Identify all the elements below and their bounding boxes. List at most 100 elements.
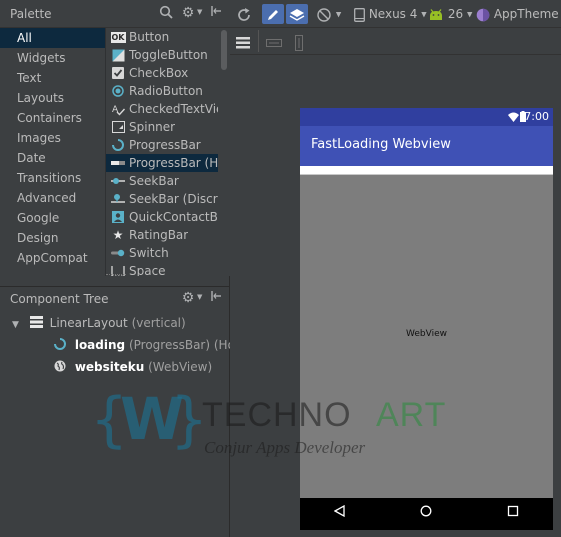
search-icon[interactable] — [158, 5, 174, 21]
status-bar: 7:00 — [300, 108, 553, 126]
palette-categories: All Widgets Text Layouts Containers Imag… — [0, 28, 106, 276]
expand-horizontal-icon[interactable] — [266, 32, 282, 52]
expand-vertical-icon[interactable] — [294, 32, 304, 52]
component-tree-title: Component Tree — [10, 292, 109, 306]
chevron-down-icon: ▼ — [466, 10, 473, 19]
ok-button-icon: OK — [110, 31, 126, 43]
api-level-selector[interactable]: 26 ▼ — [428, 4, 472, 24]
tree-node-detail: (ProgressBar) (Horizontal) — [128, 338, 230, 352]
star-icon: ★ — [112, 228, 124, 242]
widget-ratingbar[interactable]: ★ RatingBar — [106, 226, 218, 244]
category-images[interactable]: Images — [0, 128, 105, 148]
widget-seekbar[interactable]: SeekBar — [106, 172, 218, 190]
widget-checkedtextview[interactable]: A CheckedTextView — [106, 100, 219, 118]
quick-contact-badge-icon — [111, 210, 125, 224]
widget-button[interactable]: OK Button — [106, 28, 218, 46]
navigation-bar — [300, 498, 553, 530]
blueprint-mode-button[interactable] — [286, 4, 308, 24]
seekbar-icon — [111, 174, 125, 188]
chevron-down-icon[interactable]: ▼ — [197, 8, 202, 16]
linear-layout-icon — [29, 314, 46, 334]
palette-widget-list: OK Button ToggleButton CheckBox RadioBut… — [106, 28, 218, 276]
app-title: FastLoading Webview — [311, 137, 451, 152]
palette-resize-handle[interactable] — [106, 274, 126, 278]
status-time: 7:00 — [524, 110, 549, 123]
chevron-down-icon[interactable]: ▼ — [336, 11, 341, 19]
palette-header: Palette ⚙ ▼ — [0, 0, 230, 28]
widget-checkbox[interactable]: CheckBox — [106, 64, 218, 82]
progress-bar-icon — [54, 336, 71, 356]
layout-list-icon[interactable] — [236, 32, 250, 52]
widget-progressbar[interactable]: ProgressBar — [106, 136, 218, 154]
tree-node-id: loading — [74, 338, 126, 352]
category-advanced[interactable]: Advanced — [0, 188, 105, 208]
category-appcompat[interactable]: AppCompat — [0, 248, 105, 268]
hide-panel-icon[interactable] — [208, 5, 224, 21]
widget-seekbar-discrete[interactable]: SeekBar (Discrete) — [106, 190, 218, 208]
left-panel: Palette ⚙ ▼ All Widgets Text Layouts Con… — [0, 0, 230, 537]
progress-bar-icon — [111, 138, 125, 152]
category-text[interactable]: Text — [0, 68, 105, 88]
back-icon[interactable] — [330, 504, 350, 523]
tree-node-loading[interactable]: loading (ProgressBar) (Horizontal) — [54, 335, 230, 355]
widget-togglebutton[interactable]: ToggleButton — [106, 46, 218, 64]
hide-panel-icon[interactable] — [208, 290, 224, 306]
category-date[interactable]: Date — [0, 148, 105, 168]
recents-icon[interactable] — [503, 505, 523, 523]
phone-icon — [354, 7, 365, 22]
category-design[interactable]: Design — [0, 228, 105, 248]
switch-icon — [111, 246, 125, 260]
theme-name: AppTheme — [493, 7, 559, 21]
toggle-button-icon — [111, 48, 125, 62]
widget-progressbar-horizontal[interactable]: ProgressBar (Horizontal) — [106, 154, 218, 172]
secondary-toolbar — [230, 28, 561, 55]
android-icon — [430, 8, 442, 20]
category-all[interactable]: All — [0, 28, 105, 48]
orientation-icon[interactable]: ▼ — [316, 4, 341, 24]
widget-spinner[interactable]: Spinner — [106, 118, 218, 136]
widget-switch[interactable]: Switch — [106, 244, 218, 262]
category-google[interactable]: Google — [0, 208, 105, 228]
refresh-icon[interactable] — [234, 4, 254, 24]
component-tree-header: Component Tree ⚙ ▼ — [0, 286, 230, 310]
progress-bar-horizontal-icon — [111, 156, 125, 170]
api-level: 26 — [447, 7, 464, 21]
tree-node-detail: (WebView) — [148, 360, 213, 374]
design-mode-button[interactable] — [262, 4, 284, 24]
gear-icon[interactable]: ⚙ — [180, 290, 196, 306]
app-bar: FastLoading Webview — [300, 126, 553, 166]
tree-node-websiteku[interactable]: websiteku (WebView) — [54, 357, 212, 377]
widget-quickcontactbadge[interactable]: QuickContactBadge — [106, 208, 218, 226]
gear-icon[interactable]: ⚙ — [180, 5, 196, 21]
category-containers[interactable]: Containers — [0, 108, 105, 128]
tree-node-id: websiteku — [74, 360, 145, 374]
radio-button-icon — [111, 84, 125, 98]
category-layouts[interactable]: Layouts — [0, 88, 105, 108]
tree-node-linearlayout[interactable]: ▼ LinearLayout (vertical) — [12, 313, 186, 333]
loading-progress-bar[interactable] — [300, 166, 553, 175]
wifi-icon — [508, 111, 519, 125]
webview-label: WebView — [406, 329, 447, 339]
category-widgets[interactable]: Widgets — [0, 48, 105, 68]
theme-selector[interactable]: AppTheme — [476, 4, 559, 24]
palette-scrollbar-thumb[interactable] — [221, 30, 227, 70]
chevron-down-icon: ▼ — [421, 10, 427, 19]
palette-title: Palette — [10, 7, 52, 21]
spinner-icon — [111, 120, 125, 134]
webview[interactable]: WebView — [300, 175, 553, 498]
tree-node-name: LinearLayout — [49, 316, 128, 330]
tree-node-detail: (vertical) — [131, 316, 186, 330]
device-selector[interactable]: Nexus 4 ▼ — [354, 4, 427, 24]
theme-icon — [476, 8, 490, 21]
home-icon[interactable] — [416, 505, 436, 523]
device-name: Nexus 4 — [368, 7, 418, 21]
category-transitions[interactable]: Transitions — [0, 168, 105, 188]
chevron-down-icon[interactable]: ▼ — [197, 293, 202, 301]
widget-radiobutton[interactable]: RadioButton — [106, 82, 218, 100]
checked-text-view-icon: A — [111, 102, 125, 116]
palette-scrollbar[interactable] — [218, 28, 230, 276]
expand-arrow-icon[interactable]: ▼ — [12, 315, 26, 335]
device-preview: 7:00 FastLoading Webview WebView — [300, 108, 553, 530]
globe-icon — [54, 358, 71, 378]
toolbar-divider — [258, 30, 259, 52]
